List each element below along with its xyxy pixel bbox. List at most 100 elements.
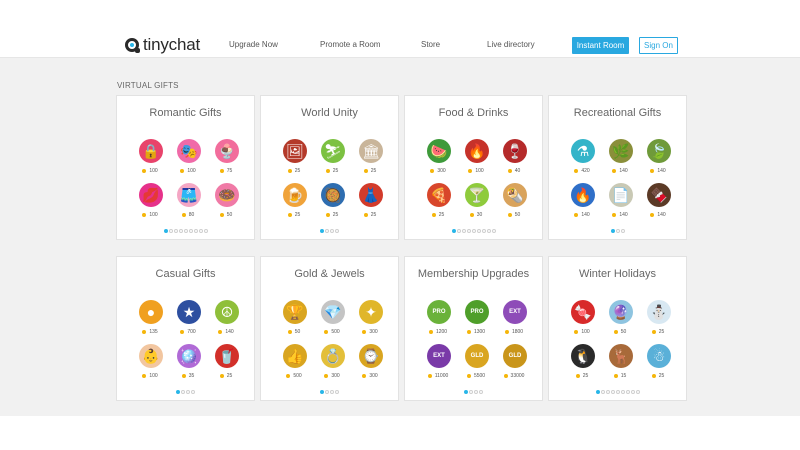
pagination-dot[interactable] [173, 229, 178, 233]
pagination-dot[interactable] [471, 229, 476, 233]
gift-item[interactable]: ● 135 [132, 300, 168, 340]
gift-item[interactable]: 🍃 140 [640, 139, 676, 179]
pagination-dot[interactable] [191, 390, 195, 394]
pagination-dot[interactable] [464, 390, 468, 394]
gift-item[interactable]: 🔮 50 [602, 300, 638, 340]
nav-live-directory[interactable]: Live directory [487, 40, 535, 49]
gift-item[interactable]: 🦌 15 [602, 344, 638, 384]
pagination-dot[interactable] [630, 390, 635, 394]
gift-item[interactable]: PRO 1300 [458, 300, 494, 340]
gift-item[interactable]: GLD 33000 [496, 344, 532, 384]
gift-item[interactable]: 🍷 40 [496, 139, 532, 179]
pagination-dot[interactable] [330, 390, 334, 394]
gift-item[interactable]: ⌚ 300 [352, 344, 388, 384]
nav-upgrade-now[interactable]: Upgrade Now [229, 40, 278, 49]
nav-store[interactable]: Store [421, 40, 440, 49]
pagination-dot[interactable] [451, 229, 456, 233]
gift-item[interactable]: 🔥 100 [458, 139, 494, 179]
gift-item[interactable]: 🖼 25 [276, 139, 312, 179]
pagination-dot[interactable] [605, 390, 610, 394]
gift-item[interactable]: EXT 1800 [496, 300, 532, 340]
pagination-dot[interactable] [320, 390, 324, 394]
instant-room-button[interactable]: Instant Room [572, 37, 629, 54]
pagination-dot[interactable] [600, 390, 605, 394]
pagination-dot[interactable] [325, 390, 329, 394]
pagination-dot[interactable] [183, 229, 188, 233]
pagination-dot[interactable] [491, 229, 496, 233]
gift-item[interactable]: 📄 140 [602, 183, 638, 223]
gift-item[interactable]: 🪩 35 [170, 344, 206, 384]
gift-item[interactable]: 🔒 100 [132, 139, 168, 179]
pagination-dot[interactable] [620, 229, 625, 233]
sign-on-button[interactable]: Sign On [639, 37, 678, 54]
pagination-dot[interactable] [466, 229, 471, 233]
gift-item[interactable]: 🏛 25 [352, 139, 388, 179]
gift-item[interactable]: 🥘 25 [314, 183, 350, 223]
gift-item[interactable]: 🎭 100 [170, 139, 206, 179]
nav-promote-room[interactable]: Promote a Room [320, 40, 380, 49]
gift-item[interactable]: 👶 100 [132, 344, 168, 384]
pagination-dot[interactable] [320, 229, 324, 233]
gift-item[interactable]: 🍩 50 [208, 183, 244, 223]
pagination-dot[interactable] [635, 390, 640, 394]
gift-item[interactable]: ⛄ 25 [640, 300, 676, 340]
pagination-dot[interactable] [615, 229, 620, 233]
pagination-dot[interactable] [186, 390, 190, 394]
gift-item[interactable]: ★ 700 [170, 300, 206, 340]
pagination-dot[interactable] [486, 229, 491, 233]
gift-item[interactable]: ✦ 300 [352, 300, 388, 340]
gift-item[interactable]: 🔥 140 [564, 183, 600, 223]
pagination-dot[interactable] [325, 229, 329, 233]
gift-item[interactable]: 🥤 25 [208, 344, 244, 384]
gift-item[interactable]: 👗 25 [352, 183, 388, 223]
pagination-dot[interactable] [198, 229, 203, 233]
gift-item[interactable]: 🩳 80 [170, 183, 206, 223]
pagination-dot[interactable] [625, 390, 630, 394]
pagination-dot[interactable] [481, 229, 486, 233]
pagination-dot[interactable] [335, 390, 339, 394]
gift-item[interactable]: 💍 300 [314, 344, 350, 384]
pagination-dot[interactable] [461, 229, 466, 233]
gift-item[interactable]: 🏆 50 [276, 300, 312, 340]
gift-item[interactable]: 🍨 75 [208, 139, 244, 179]
pagination-dot[interactable] [188, 229, 193, 233]
pagination-dot[interactable] [595, 390, 600, 394]
pagination-dot[interactable] [176, 390, 180, 394]
gift-item[interactable]: 🍕 25 [420, 183, 456, 223]
gift-item[interactable]: GLD 5500 [458, 344, 494, 384]
gift-item[interactable]: 🍉 300 [420, 139, 456, 179]
pagination-dot[interactable] [456, 229, 461, 233]
gift-item[interactable]: EXT 11000 [420, 344, 456, 384]
pagination-dot[interactable] [476, 229, 481, 233]
pagination-dot[interactable] [181, 390, 185, 394]
pagination-dot[interactable] [610, 390, 615, 394]
pagination-dot[interactable] [335, 229, 339, 233]
pagination-dot[interactable] [193, 229, 198, 233]
gift-item[interactable]: 🍫 140 [640, 183, 676, 223]
pagination-dot[interactable] [168, 229, 173, 233]
gift-item[interactable]: 👍 500 [276, 344, 312, 384]
gift-item[interactable]: 🌯 50 [496, 183, 532, 223]
gift-item[interactable]: 🍸 30 [458, 183, 494, 223]
gift-item[interactable]: 🍺 25 [276, 183, 312, 223]
pagination-dot[interactable] [474, 390, 478, 394]
pagination-dot[interactable] [610, 229, 615, 233]
pagination-dot[interactable] [203, 229, 208, 233]
pagination-dot[interactable] [330, 229, 334, 233]
pagination-dot[interactable] [469, 390, 473, 394]
gift-item[interactable]: ☮ 140 [208, 300, 244, 340]
pagination-dot[interactable] [163, 229, 168, 233]
gift-item[interactable]: ☃ 25 [640, 344, 676, 384]
gift-item[interactable]: ⛷ 25 [314, 139, 350, 179]
gift-item[interactable]: 💋 100 [132, 183, 168, 223]
pagination-dot[interactable] [615, 390, 620, 394]
pagination-dot[interactable] [620, 390, 625, 394]
gift-item[interactable]: 🐧 25 [564, 344, 600, 384]
gift-item[interactable]: 🌿 140 [602, 139, 638, 179]
pagination-dot[interactable] [178, 229, 183, 233]
gift-item[interactable]: 💎 500 [314, 300, 350, 340]
pagination-dot[interactable] [479, 390, 483, 394]
gift-item[interactable]: ⚗ 420 [564, 139, 600, 179]
gift-item[interactable]: PRO 1200 [420, 300, 456, 340]
gift-item[interactable]: 🍬 100 [564, 300, 600, 340]
